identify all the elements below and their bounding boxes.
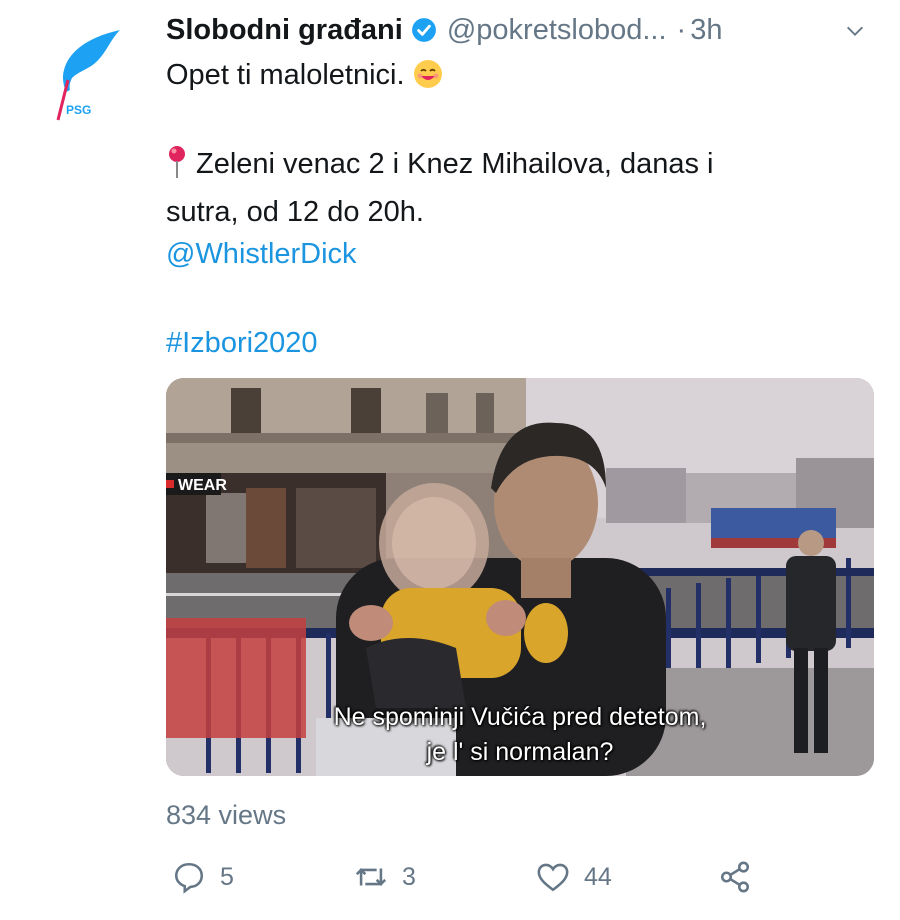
verified-icon [411,18,436,42]
timestamp[interactable]: 3h [690,14,722,47]
avatar-label: PSG [66,103,92,117]
pin-icon [169,146,185,178]
separator: · [676,13,687,46]
share-button[interactable] [718,860,752,894]
like-button[interactable]: 44 [536,860,612,894]
video-subtitle-line1: Ne spominji Vučića pred detetom, [333,703,707,731]
tweet-text: Zeleni venac 2 i Knez Mihailova, danas i [196,148,714,180]
like-icon [537,863,569,892]
tweet-text: Opet ti maloletnici. [166,59,405,91]
author-name[interactable]: Slobodni građani [166,14,403,47]
video-subtitle-line2: je l' si normalan? [426,738,614,766]
smiling-emoji-icon [413,60,442,88]
retweet-count: 3 [402,862,416,891]
tweet-text-line2: Zeleni venac 2 i Knez Mihailova, danas i [166,144,713,184]
tweet-text-line1: Opet ti maloletnici. [166,55,443,95]
like-count: 44 [584,862,612,891]
mention-link[interactable]: @WhistlerDick [166,234,357,274]
tweet-media[interactable]: WEAR Ne spominji Vučića pred detetom, je… [166,378,874,776]
share-icon [720,861,750,893]
retweet-button[interactable]: 3 [354,860,416,894]
chevron-down-icon[interactable] [844,20,866,42]
reply-count: 5 [220,862,234,891]
retweet-icon [355,868,387,886]
author-handle[interactable]: @pokretslobod... [447,14,667,47]
tweet-text-line3: sutra, od 12 do 20h. [166,196,424,228]
reply-button[interactable]: 5 [172,860,234,894]
hashtag-link[interactable]: #Izbori2020 [166,323,318,363]
view-count: 834 views [166,800,287,830]
shop-sign: WEAR [178,477,227,494]
reply-icon [174,862,204,894]
tweet-actions: 5 3 44 [166,860,878,904]
tweet-header: Slobodni građani @pokretslobod... · 3h [166,10,878,50]
